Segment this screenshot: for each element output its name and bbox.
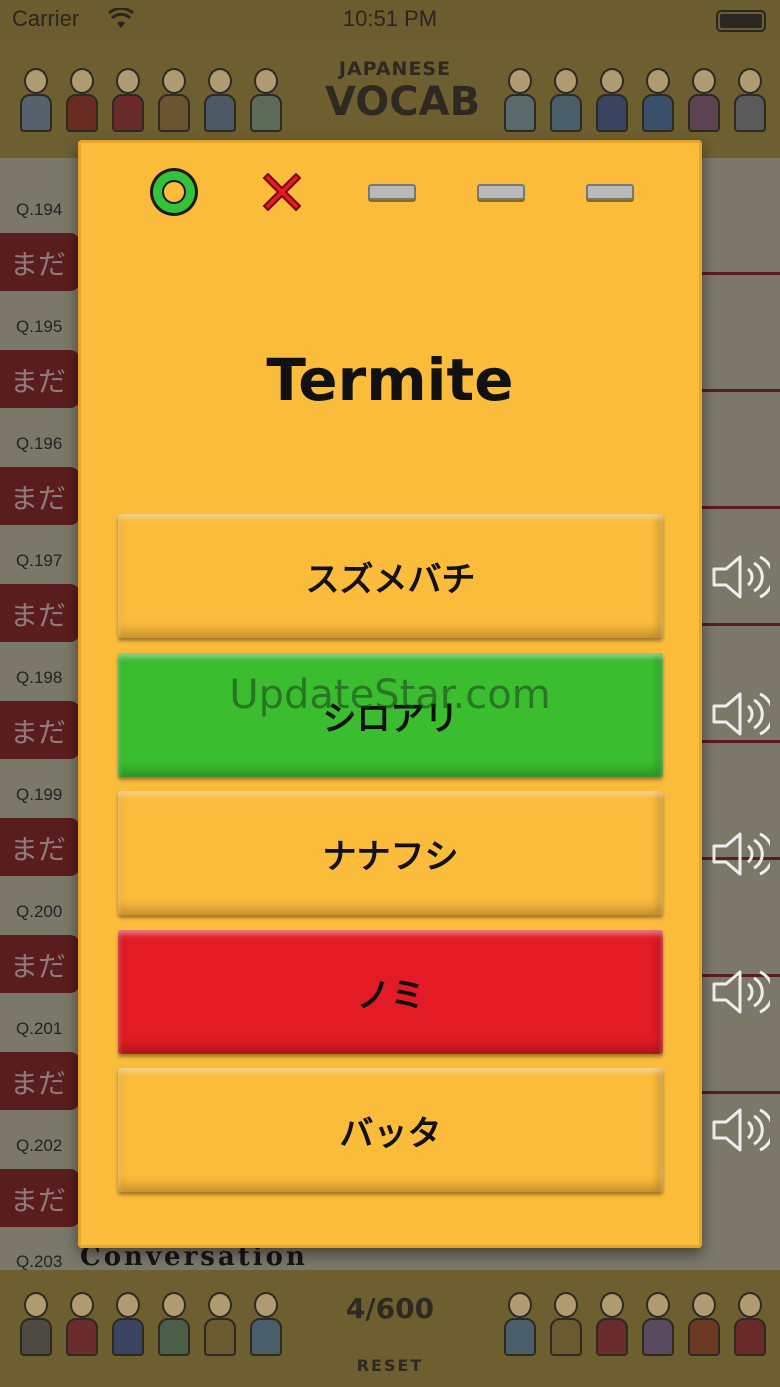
quiz-modal: Termite スズメバチ シロアリ ナナフシ ノミ バッタ [78, 140, 702, 1248]
status-bar: Carrier 10:51 PM [0, 0, 780, 40]
character-icon [200, 68, 240, 134]
character-icon [16, 68, 56, 134]
character-icon [638, 68, 678, 134]
character-icon [730, 68, 770, 134]
character-icon [154, 68, 194, 134]
question-number: Q.203 [16, 1252, 63, 1271]
answer-option-2-correct[interactable]: シロアリ [118, 653, 663, 777]
question-number: Q.194 [16, 200, 63, 219]
question-number: Q.202 [16, 1136, 63, 1155]
question-number: Q.195 [16, 317, 63, 336]
speaker-icon[interactable] [710, 828, 770, 880]
character-icon [592, 68, 632, 134]
speaker-icon[interactable] [710, 1104, 770, 1156]
question-number: Q.198 [16, 668, 63, 687]
character-icon [684, 68, 724, 134]
speaker-icon[interactable] [710, 688, 770, 740]
question-number: Q.196 [16, 434, 63, 453]
app-logo: JAPANESE VOCAB [325, 58, 481, 125]
reset-button[interactable]: RESET [0, 1356, 780, 1375]
question-number: Q.200 [16, 902, 63, 921]
progress-counter: 4/600 [345, 1292, 435, 1325]
empty-slot-icon [586, 184, 634, 200]
question-number: Q.197 [16, 551, 63, 570]
battery-icon [716, 10, 766, 32]
character-icon [62, 68, 102, 134]
question-word: Termite [266, 346, 514, 414]
wrong-x-icon [263, 173, 301, 211]
status-badge: まだ [0, 1169, 80, 1227]
answer-history [78, 164, 702, 220]
speaker-icon[interactable] [710, 966, 770, 1018]
question-number: Q.199 [16, 785, 63, 804]
speaker-icon[interactable] [710, 551, 770, 603]
answer-option-3[interactable]: ナナフシ [118, 791, 663, 915]
clock: 10:51 PM [342, 6, 438, 31]
empty-slot-icon [477, 184, 525, 200]
character-icon [108, 68, 148, 134]
question-number: Q.201 [16, 1019, 63, 1038]
character-icon [500, 68, 540, 134]
answer-option-1[interactable]: スズメバチ [118, 514, 663, 638]
character-group-left [16, 68, 286, 134]
character-icon [246, 68, 286, 134]
empty-slot-icon [368, 184, 416, 200]
answer-option-5[interactable]: バッタ [118, 1068, 663, 1192]
character-group-right [500, 68, 770, 134]
correct-circle-icon [150, 168, 198, 216]
answer-option-4-wrong[interactable]: ノミ [118, 930, 663, 1054]
character-icon [546, 68, 586, 134]
